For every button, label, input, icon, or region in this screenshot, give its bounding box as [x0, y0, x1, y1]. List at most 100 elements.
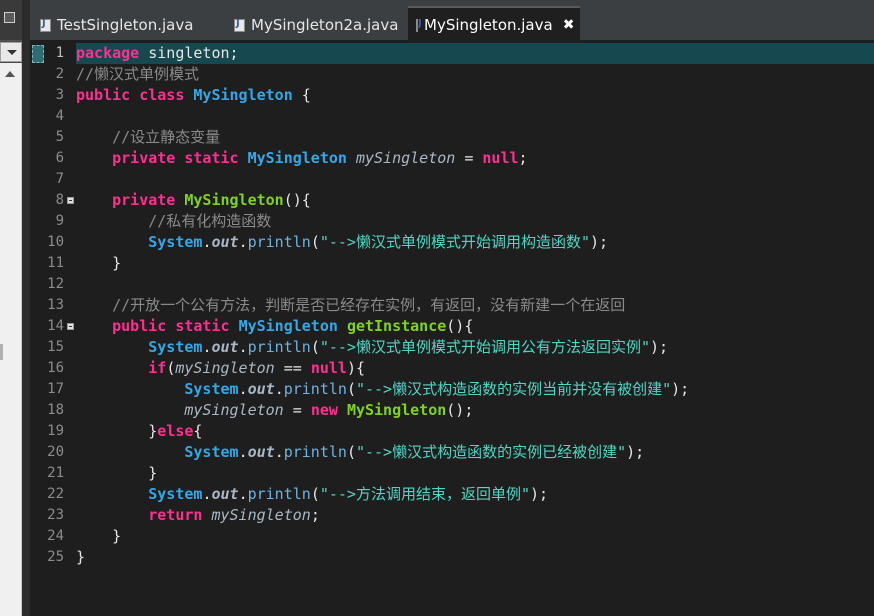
code-line[interactable]: return mySingleton; [76, 505, 874, 526]
code-line[interactable]: System.out.println("-->懒汉式单例模式开始调用构造函数")… [76, 232, 874, 253]
code-token: null [482, 149, 519, 167]
code-token: . [274, 443, 284, 461]
code-token: { [292, 86, 311, 104]
code-line[interactable]: System.out.println("-->懒汉式构造函数的实例已经被创建")… [76, 442, 874, 463]
code-token: out [211, 338, 239, 356]
code-token: } [76, 527, 122, 545]
view-menu-dropdown[interactable] [0, 42, 22, 62]
code-token: ); [671, 380, 690, 398]
code-token: ); [626, 443, 645, 461]
code-token: static [175, 317, 230, 335]
code-token: getInstance [346, 317, 447, 335]
editor-tab-bar: TestSingleton.java MySingleton2a.java My… [30, 0, 874, 42]
code-token: if [148, 359, 167, 377]
code-line[interactable]: } [76, 463, 874, 484]
code-editor[interactable]: 1 2 3 4 5 6 7 8 9 10 11 12 13 14 15 16 17 18 19 20 21 22 23 24 2… [30, 42, 874, 616]
code-line[interactable] [76, 274, 874, 295]
code-token: println [283, 380, 347, 398]
code-line[interactable]: package singleton; [76, 43, 874, 64]
code-line[interactable]: //开放一个公有方法，判断是否已经存在实例，有返回，没有新建一个在返回 [76, 295, 874, 316]
code-line[interactable]: System.out.println("-->懒汉式单例模式开始调用公有方法返回… [76, 337, 874, 358]
code-token: else [157, 422, 194, 440]
code-token: . [238, 233, 248, 251]
code-token: "-->懒汉式单例模式开始调用构造函数" [319, 233, 590, 251]
code-token: . [274, 380, 284, 398]
minimize-icon[interactable] [0, 0, 22, 41]
code-token: MySingleton [247, 149, 347, 167]
code-token: ); [650, 338, 669, 356]
code-token: ( [310, 485, 320, 503]
code-line[interactable]: public static MySingleton getInstance(){ [76, 316, 874, 337]
code-token: ; [310, 506, 320, 524]
code-line[interactable]: private static MySingleton mySingleton =… [76, 148, 874, 169]
code-line[interactable]: if(mySingleton == null){ [76, 358, 874, 379]
close-icon[interactable]: ✖ [563, 17, 575, 33]
tab-mysingleton2a[interactable]: MySingleton2a.java [226, 8, 406, 42]
code-token: out [247, 380, 275, 398]
line-number: 2 [55, 66, 64, 82]
code-token: (); [446, 401, 474, 419]
code-token: package [76, 44, 140, 62]
line-number: 8 [55, 192, 64, 208]
code-line[interactable]: } [76, 253, 874, 274]
code-token: ( [310, 338, 320, 356]
code-token: //私有化构造函数 [76, 212, 272, 230]
chevron-down-icon [7, 50, 17, 55]
line-number: 10 [47, 234, 64, 250]
code-line[interactable]: //私有化构造函数 [76, 211, 874, 232]
tab-testsingleton[interactable]: TestSingleton.java [32, 8, 201, 42]
code-line[interactable] [76, 169, 874, 190]
code-line[interactable]: } [76, 547, 874, 568]
code-token: ( [310, 233, 320, 251]
tab-mysingleton[interactable]: MySingleton.java ✖ [408, 6, 580, 42]
code-line[interactable]: public class MySingleton { [76, 85, 874, 106]
code-token: System [184, 380, 239, 398]
line-number: 13 [47, 297, 64, 313]
code-token: . [238, 380, 248, 398]
code-line[interactable] [76, 106, 874, 127]
line-number: 17 [47, 381, 64, 397]
fold-collapse-icon[interactable] [67, 323, 74, 330]
line-number: 19 [47, 423, 64, 439]
code-line[interactable]: //设立静态变量 [76, 127, 874, 148]
scrollbar-thumb[interactable] [0, 344, 3, 360]
code-line[interactable]: mySingleton = new MySingleton(); [76, 400, 874, 421]
code-line[interactable]: //懒汉式单例模式 [76, 64, 874, 85]
line-number-gutter: 1 2 3 4 5 6 7 8 9 10 11 12 13 14 15 16 17 18 19 20 21 22 23 24 2… [30, 42, 76, 616]
line-number: 24 [47, 528, 64, 544]
code-token: return [148, 506, 203, 524]
code-line[interactable]: }else{ [76, 421, 874, 442]
code-line[interactable]: } [76, 526, 874, 547]
scroll-up-icon[interactable] [5, 71, 15, 77]
code-line[interactable]: System.out.println("-->懒汉式构造函数的实例当前并没有被创… [76, 379, 874, 400]
code-token: System [184, 443, 239, 461]
line-number: 14 [47, 318, 64, 334]
line-number: 22 [47, 486, 64, 502]
code-token: System [148, 485, 203, 503]
code-token: . [238, 443, 248, 461]
panel-divider [22, 0, 30, 616]
code-token: MySingleton [238, 317, 338, 335]
line-number: 20 [47, 444, 64, 460]
code-token: out [211, 485, 239, 503]
code-token: private [112, 149, 176, 167]
code-area[interactable]: package singleton;//懒汉式单例模式 public class … [76, 42, 874, 616]
ide-window: TestSingleton.java MySingleton2a.java My… [0, 0, 874, 616]
java-file-icon [234, 18, 245, 32]
code-token: "-->懒汉式单例模式开始调用公有方法返回实例" [319, 338, 650, 356]
code-token: } [76, 548, 86, 566]
line-number: 18 [47, 402, 64, 418]
code-token: mySingleton [211, 506, 311, 524]
left-scrollbar[interactable] [0, 63, 22, 616]
code-token: = [283, 401, 311, 419]
code-line[interactable]: System.out.println("-->方法调用结束，返回单例"); [76, 484, 874, 505]
code-line[interactable]: private MySingleton(){ [76, 190, 874, 211]
fold-collapse-icon[interactable] [67, 197, 74, 204]
